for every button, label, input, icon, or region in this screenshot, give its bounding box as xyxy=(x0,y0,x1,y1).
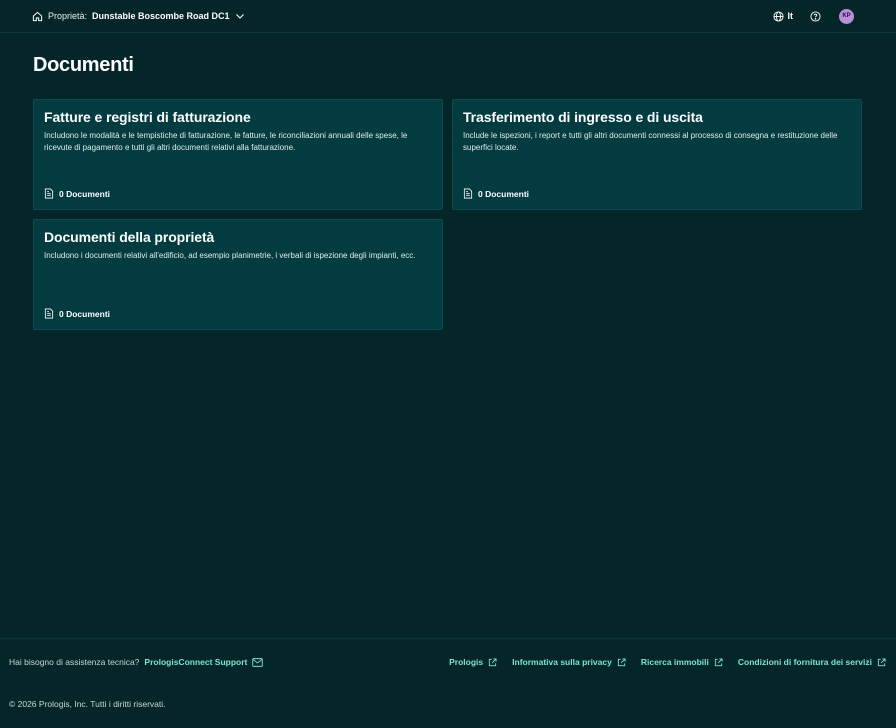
support-section: Hai bisogno di assistenza tecnica? Prolo… xyxy=(9,657,264,667)
chevron-down-icon xyxy=(235,11,245,21)
card-property-documents[interactable]: Documenti della proprietà Includono i do… xyxy=(33,219,443,330)
footer-link-property-search[interactable]: Ricerca immobili xyxy=(641,657,723,667)
help-button[interactable] xyxy=(807,8,823,24)
support-link-label: PrologisConnect Support xyxy=(144,657,248,667)
footer-link-label: Prologis xyxy=(449,657,484,667)
property-label: Proprietà: xyxy=(48,11,88,21)
card-title: Fatture e registri di fatturazione xyxy=(44,109,251,125)
avatar[interactable]: KP xyxy=(839,8,854,24)
document-count: 0 Documenti xyxy=(44,308,110,319)
footer-link-prologis[interactable]: Prologis xyxy=(449,657,497,667)
document-count: 0 Documenti xyxy=(463,188,529,199)
card-title: Trasferimento di ingresso e di uscita xyxy=(463,109,703,125)
help-icon xyxy=(809,10,821,22)
mail-icon xyxy=(252,657,264,667)
top-bar: Proprietà: Dunstable Boscombe Road DC1 I… xyxy=(0,0,896,33)
card-title: Documenti della proprietà xyxy=(44,229,215,245)
footer-link-label: Ricerca immobili xyxy=(640,657,709,667)
document-icon xyxy=(44,308,54,319)
footer-link-label: Condizioni di fornitura dei servizi xyxy=(737,657,872,667)
document-icon xyxy=(463,188,473,199)
document-count-label: 0 Documenti xyxy=(59,188,111,199)
external-link-icon xyxy=(617,657,626,667)
card-invoices[interactable]: Fatture e registri di fatturazione Inclu… xyxy=(33,99,443,210)
footer-link-privacy[interactable]: Informativa sulla privacy xyxy=(512,657,626,667)
card-description: Includono i documenti relativi all'edifi… xyxy=(44,251,416,260)
external-link-icon xyxy=(877,657,886,667)
document-icon xyxy=(44,188,54,199)
external-link-icon xyxy=(714,657,723,667)
document-count-label: 0 Documenti xyxy=(478,188,530,199)
card-description: Include le ispezioni, i report e tutti g… xyxy=(463,131,838,152)
language-selector[interactable]: It xyxy=(772,10,794,22)
language-code: It xyxy=(787,11,794,21)
document-count-label: 0 Documenti xyxy=(59,308,111,319)
footer-link-terms[interactable]: Condizioni di fornitura dei servizi xyxy=(738,657,886,667)
footer-divider xyxy=(0,638,896,639)
page-title: Documenti xyxy=(33,54,134,76)
card-handover[interactable]: Trasferimento di ingresso e di uscita In… xyxy=(452,99,862,210)
help-question: Hai bisogno di assistenza tecnica? xyxy=(9,657,140,667)
support-link[interactable]: PrologisConnect Support xyxy=(144,657,264,667)
copyright: © 2026 Prologis, Inc. Tutti i diritti ri… xyxy=(9,699,166,709)
document-count: 0 Documenti xyxy=(44,188,110,199)
globe-icon xyxy=(772,10,784,22)
property-name: Dunstable Boscombe Road DC1 xyxy=(92,11,230,21)
footer-links: Prologis Informativa sulla privacy Ricer… xyxy=(449,657,886,667)
footer-link-label: Informativa sulla privacy xyxy=(512,657,612,667)
card-description: Includono le modalità e le tempistiche d… xyxy=(44,131,408,152)
external-link-icon xyxy=(488,657,497,667)
property-selector[interactable]: Proprietà: Dunstable Boscombe Road DC1 xyxy=(32,8,245,24)
home-icon xyxy=(32,11,43,22)
